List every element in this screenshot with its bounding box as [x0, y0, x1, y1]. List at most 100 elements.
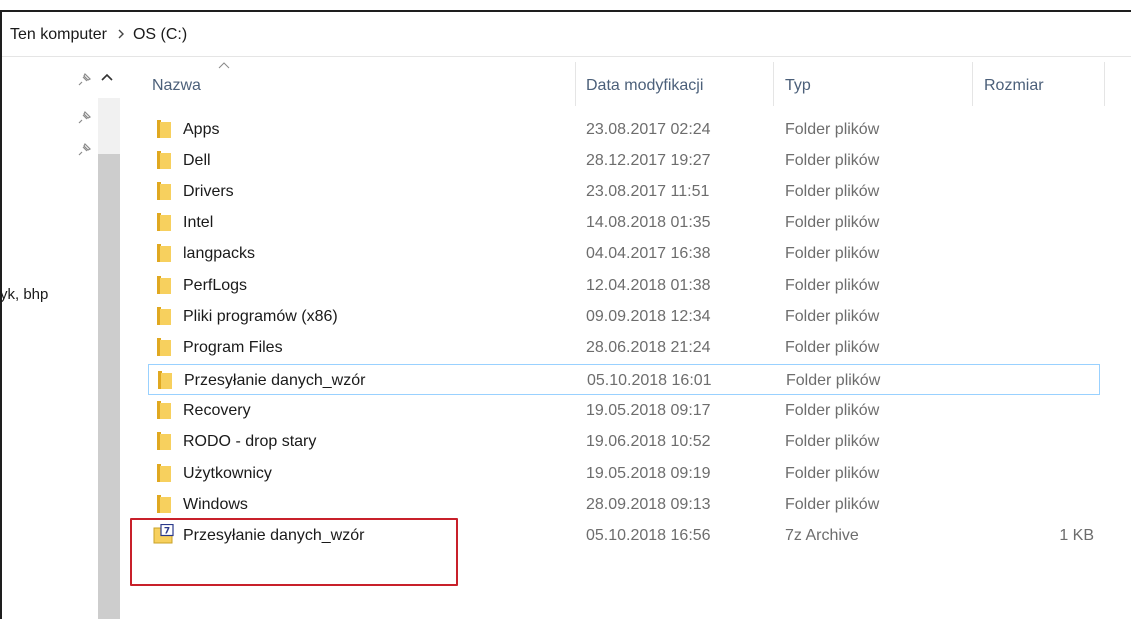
file-date: 14.08.2018 01:35 [586, 214, 711, 231]
folder-icon [157, 401, 171, 419]
folder-icon [157, 120, 171, 138]
folder-icon [157, 432, 171, 450]
file-row[interactable]: Pliki programów (x86) 09.09.2018 12:34 F… [148, 301, 1100, 332]
highlight-annotation-box [130, 518, 458, 586]
file-row[interactable]: Recovery 19.05.2018 09:17 Folder plików [148, 395, 1100, 426]
breadcrumb-separator-icon[interactable] [117, 28, 125, 42]
folder-icon [157, 307, 171, 325]
pin-icon[interactable] [78, 72, 92, 86]
file-name: Użytkownicy [183, 465, 272, 482]
folder-icon [157, 151, 171, 169]
file-date: 19.05.2018 09:19 [586, 465, 711, 482]
folder-icon [157, 495, 171, 513]
file-row[interactable]: Program Files 28.06.2018 21:24 Folder pl… [148, 332, 1100, 363]
window-top-border [0, 10, 1131, 12]
folder-icon [157, 464, 171, 482]
file-date: 23.08.2017 02:24 [586, 121, 711, 138]
file-type: Folder plików [785, 183, 880, 200]
file-row[interactable]: Drivers 23.08.2017 11:51 Folder plików [148, 176, 1100, 207]
file-name: RODO - drop stary [183, 433, 317, 450]
file-explorer-window: Ten komputer OS (C:) yk, bhp Nazwa Data … [0, 0, 1131, 619]
file-type: Folder plików [785, 433, 880, 450]
file-type: Folder plików [786, 372, 881, 389]
column-header-size[interactable]: Rozmiar [984, 64, 1044, 108]
nav-pane-item[interactable]: yk, bhp [0, 286, 48, 303]
file-type: Folder plików [785, 214, 880, 231]
file-type: Folder plików [785, 402, 880, 419]
file-row[interactable]: Użytkownicy 19.05.2018 09:19 Folder plik… [148, 458, 1100, 489]
file-row-selected[interactable]: Przesyłanie danych_wzór 05.10.2018 16:01… [148, 364, 1100, 395]
file-size [1028, 238, 1094, 269]
sort-ascending-icon [218, 60, 230, 72]
file-size [1028, 145, 1094, 176]
file-row[interactable]: Dell 28.12.2017 19:27 Folder plików [148, 145, 1100, 176]
column-separator[interactable] [972, 62, 973, 106]
address-bar-divider [2, 56, 1131, 57]
file-row[interactable]: Intel 14.08.2018 01:35 Folder plików [148, 207, 1100, 238]
file-size [1028, 395, 1094, 426]
window-left-border [0, 10, 2, 619]
column-header-name[interactable]: Nazwa [152, 64, 201, 108]
file-type: Folder plików [785, 245, 880, 262]
nav-scrollbar-thumb[interactable] [98, 154, 120, 619]
file-size [1028, 301, 1094, 332]
file-size [1028, 207, 1094, 238]
folder-icon [157, 244, 171, 262]
file-name: Intel [183, 214, 214, 231]
file-name: Program Files [183, 339, 283, 356]
file-date: 04.04.2017 16:38 [586, 245, 711, 262]
file-name: Pliki programów (x86) [183, 308, 338, 325]
folder-icon [157, 213, 171, 231]
column-separator[interactable] [773, 62, 774, 106]
folder-icon [158, 371, 172, 389]
file-type: Folder plików [785, 152, 880, 169]
folder-icon [157, 182, 171, 200]
file-date: 28.06.2018 21:24 [586, 339, 711, 356]
folder-icon [157, 338, 171, 356]
file-date: 05.10.2018 16:01 [587, 372, 712, 389]
file-type: Folder plików [785, 465, 880, 482]
file-date: 19.05.2018 09:17 [586, 402, 711, 419]
column-header-date[interactable]: Data modyfikacji [586, 64, 703, 108]
file-name: Apps [183, 121, 220, 138]
file-row[interactable]: Windows 28.09.2018 09:13 Folder plików [148, 489, 1100, 520]
file-name: Windows [183, 496, 248, 513]
file-date: 09.09.2018 12:34 [586, 308, 711, 325]
column-header-type[interactable]: Typ [785, 64, 811, 108]
file-name: Dell [183, 152, 211, 169]
column-separator[interactable] [575, 62, 576, 106]
file-size: 1 KB [1059, 527, 1094, 544]
breadcrumb-item-this-pc[interactable]: Ten komputer [10, 26, 107, 44]
file-name: PerfLogs [183, 277, 248, 294]
file-date: 28.12.2017 19:27 [586, 152, 711, 169]
file-date: 05.10.2018 16:56 [586, 527, 711, 544]
file-size [1028, 489, 1094, 520]
file-size [1028, 114, 1094, 145]
pin-icon[interactable] [78, 110, 92, 124]
file-size [1028, 332, 1094, 363]
file-row[interactable]: PerfLogs 12.04.2018 01:38 Folder plików [148, 270, 1100, 301]
file-date: 23.08.2017 11:51 [586, 183, 710, 200]
file-date: 28.09.2018 09:13 [586, 496, 711, 513]
file-size [1029, 365, 1095, 396]
file-size [1028, 270, 1094, 301]
column-separator[interactable] [1104, 62, 1105, 106]
file-size [1028, 426, 1094, 457]
file-type: Folder plików [785, 121, 880, 138]
file-name: Drivers [183, 183, 234, 200]
folder-icon [157, 276, 171, 294]
breadcrumb[interactable]: Ten komputer OS (C:) [10, 24, 187, 46]
file-date: 12.04.2018 01:38 [586, 277, 711, 294]
file-date: 19.06.2018 10:52 [586, 433, 711, 450]
file-row[interactable]: RODO - drop stary 19.06.2018 10:52 Folde… [148, 426, 1100, 457]
file-row[interactable]: langpacks 04.04.2017 16:38 Folder plików [148, 238, 1100, 269]
scroll-up-arrow-icon[interactable] [100, 70, 114, 82]
file-name: langpacks [183, 245, 256, 262]
breadcrumb-item-drive-c[interactable]: OS (C:) [133, 26, 187, 44]
file-type: Folder plików [785, 496, 880, 513]
file-type: 7z Archive [785, 527, 859, 544]
file-type: Folder plików [785, 339, 880, 356]
pin-icon[interactable] [78, 142, 92, 156]
file-row[interactable]: Apps 23.08.2017 02:24 Folder plików [148, 114, 1100, 145]
file-size [1028, 176, 1094, 207]
